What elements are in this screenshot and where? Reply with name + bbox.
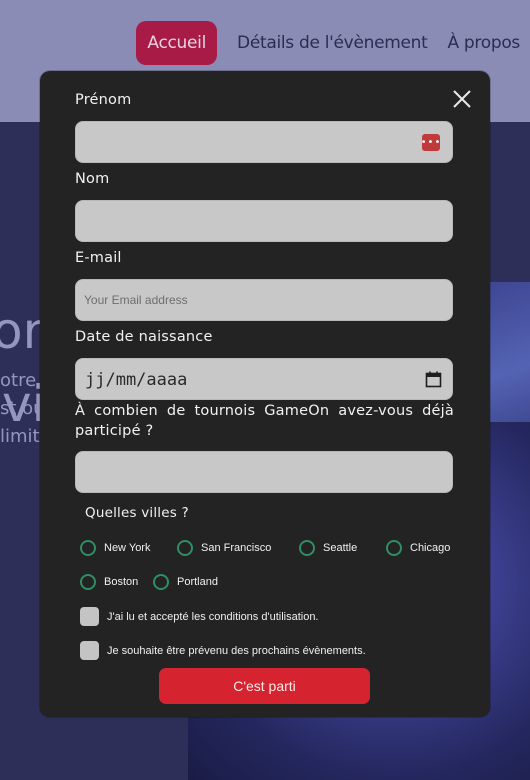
tournaments-label: À combien de tournois GameOn avez-vous d… [75,403,454,439]
radio-new-york[interactable]: New York [80,540,177,556]
email-label: E-mail [75,250,122,266]
birthdate-placeholder: jj/mm/aaaa [85,370,188,390]
radio-portland[interactable]: Portland [153,574,218,590]
cities-label: Quelles villes ? [85,505,189,521]
radio-boston[interactable]: Boston [80,574,153,590]
newsletter-checkbox[interactable] [80,641,99,660]
submit-button[interactable]: C'est parti [159,668,370,704]
calendar-icon[interactable] [425,371,442,388]
email-placeholder: Your Email address [84,293,188,307]
cities-row-1: New York San Francisco Seattle Chicago [80,540,450,556]
radio-circle[interactable] [80,540,96,556]
radio-seattle[interactable]: Seattle [299,540,386,556]
radio-circle[interactable] [386,540,402,556]
radio-label: New York [104,542,151,554]
birthdate-field[interactable]: jj/mm/aaaa [75,358,453,400]
radio-circle[interactable] [80,574,96,590]
nav-item-details[interactable]: Détails de l'évènement [227,21,437,65]
radio-label: Seattle [323,542,358,554]
terms-checkbox-row[interactable]: J'ai lu et accepté les conditions d'util… [80,607,319,626]
cities-row-2: Boston Portland [80,574,218,590]
radio-circle[interactable] [153,574,169,590]
last-name-label: Nom [75,171,110,187]
close-icon[interactable] [452,89,472,109]
hero-title-line1: or [0,302,44,360]
main-nav: Accueil Détails de l'évènement À propos [136,21,530,65]
hero-text-line3: limit [0,426,40,447]
email-field[interactable]: Your Email address [75,279,453,321]
nav-item-a-propos[interactable]: À propos [438,21,530,65]
last-name-field[interactable] [75,200,453,242]
first-name-label: Prénom [75,92,132,108]
birthdate-label: Date de naissance [75,329,213,345]
newsletter-checkbox-row[interactable]: Je souhaite être prévenu des prochains é… [80,641,366,660]
terms-checkbox[interactable] [80,607,99,626]
hero-text-line2: st ou [0,398,45,419]
terms-label: J'ai lu et accepté les conditions d'util… [107,610,319,623]
first-name-field[interactable]: ••• [75,121,453,163]
radio-label: Portland [177,576,218,588]
radio-label: Boston [104,576,139,588]
radio-circle[interactable] [299,540,315,556]
radio-label: San Francisco [201,542,272,554]
radio-chicago[interactable]: Chicago [386,540,450,556]
hero-text-line1: otre [0,370,37,391]
tournaments-field[interactable] [75,451,453,493]
radio-circle[interactable] [177,540,193,556]
radio-label: Chicago [410,542,451,554]
newsletter-label: Je souhaite être prévenu des prochains é… [107,644,366,657]
nav-item-accueil[interactable]: Accueil [136,21,218,65]
radio-san-francisco[interactable]: San Francisco [177,540,299,556]
password-manager-icon[interactable]: ••• [421,134,440,151]
signup-modal: Prénom ••• Nom E-mail Your Email address… [40,71,490,717]
